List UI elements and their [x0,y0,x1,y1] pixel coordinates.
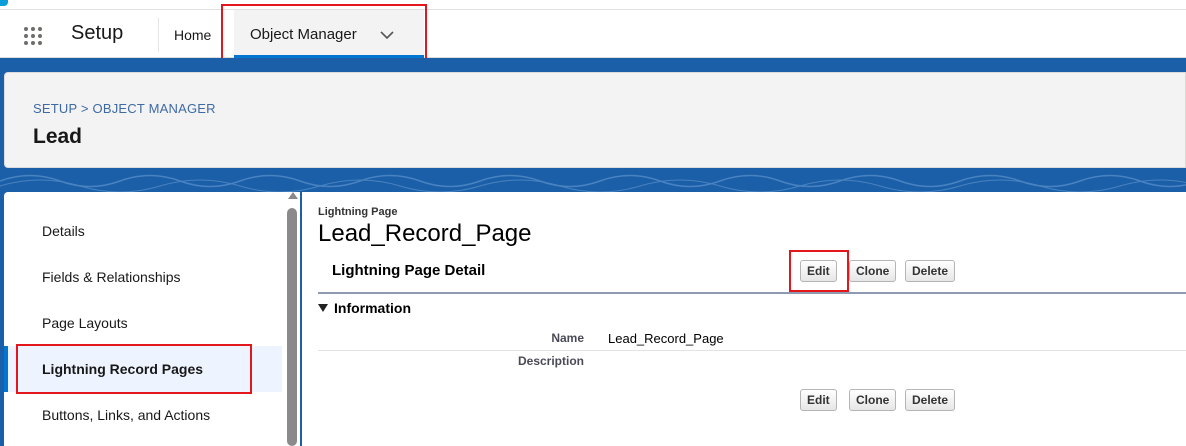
breadcrumb[interactable]: SETUP > OBJECT MANAGER [33,101,216,116]
brand-dot [0,0,8,6]
sidebar-item-buttons-links-actions[interactable]: Buttons, Links, and Actions [4,392,282,438]
top-strip [0,0,1186,10]
object-manager-sidebar: Details Fields & Relationships Page Layo… [4,192,300,446]
global-nav-bar: Setup Home Object Manager [0,10,1186,58]
nav-tab-home[interactable]: Home [174,27,211,43]
nav-divider [158,18,159,52]
page-title: Lead_Record_Page [318,220,532,247]
clone-button-bottom[interactable]: Clone [849,389,897,411]
object-title: Lead [33,125,83,148]
object-header-card: SETUP > OBJECT MANAGER Lead [4,72,1186,168]
app-launcher-icon[interactable] [24,27,46,45]
decorative-pattern [0,174,1186,192]
highlight-box-edit [789,250,849,292]
sidebar-item-label: Page Layouts [42,315,128,331]
information-section-header[interactable]: Information [318,300,411,316]
highlight-box-object-manager [221,4,427,62]
app-name: Setup [71,22,124,44]
clone-button-top[interactable]: Clone [849,260,897,282]
highlight-box-lightning-record-pages [16,344,252,394]
sidebar-item-fields-relationships[interactable]: Fields & Relationships [4,254,282,300]
sidebar-item-label: Fields & Relationships [42,269,181,285]
delete-button-bottom[interactable]: Delete [905,389,956,411]
sidebar-item-label: Buttons, Links, and Actions [42,407,211,423]
row-divider [318,350,1186,351]
lightning-page-detail-panel: Lightning Page Lead_Record_Page Lightnin… [302,192,1186,446]
delete-button-top[interactable]: Delete [905,260,956,282]
sidebar-item-label: Details [42,223,85,239]
collapse-triangle-icon[interactable] [318,304,328,312]
information-section-title: Information [334,300,411,316]
sidebar-item-page-layouts[interactable]: Page Layouts [4,300,282,346]
edit-button-bottom[interactable]: Edit [800,389,837,411]
scrollbar-thumb[interactable] [287,208,297,446]
page-type-label: Lightning Page [318,206,398,218]
scroll-up-arrow-icon[interactable] [288,192,298,199]
detail-section-title: Lightning Page Detail [332,262,486,279]
detail-divider [318,292,1186,294]
field-label-description: Description [517,354,584,368]
field-value-name: Lead_Record_Page [608,331,724,346]
sidebar-item-details[interactable]: Details [4,208,282,254]
field-label-name: Name [551,331,584,345]
